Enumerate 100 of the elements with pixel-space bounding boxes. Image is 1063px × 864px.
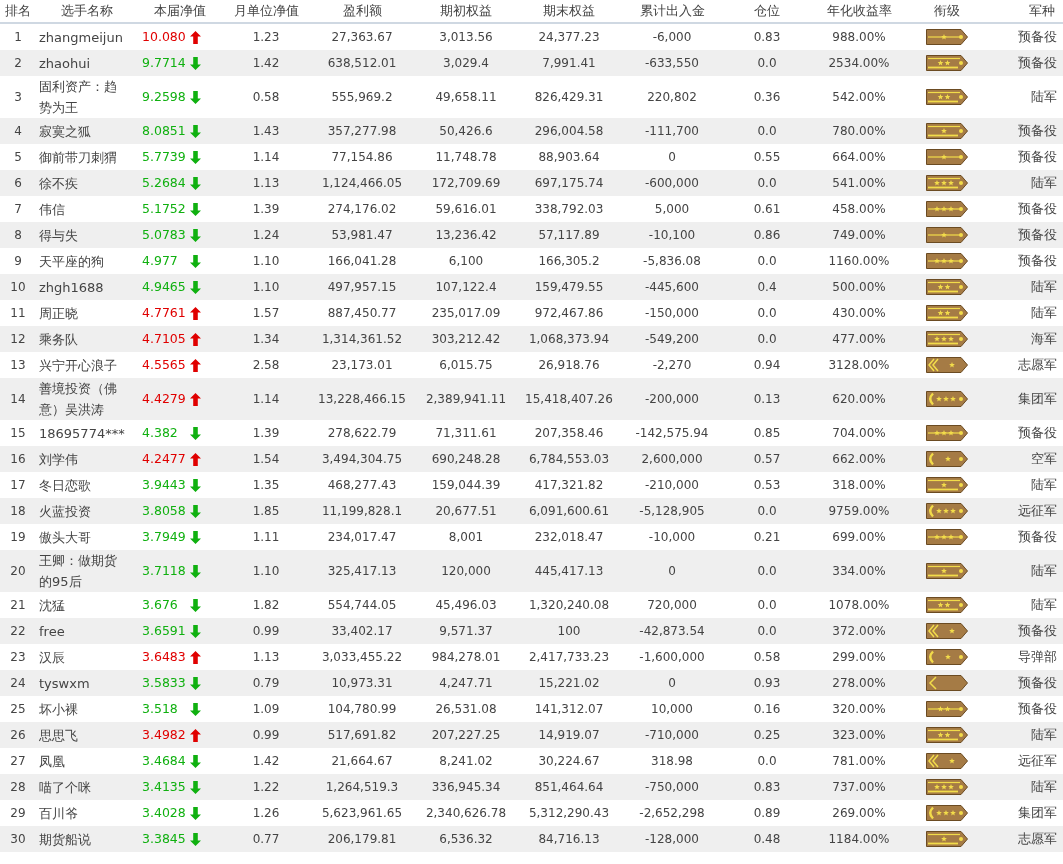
player-name[interactable]: 傲头大哥 bbox=[39, 526, 91, 548]
branch-label: 陆军 bbox=[1031, 477, 1057, 492]
net-value: 3.7949 bbox=[142, 528, 187, 546]
table-cell: 21,664.67 bbox=[310, 748, 414, 774]
branch-label: 预备役 bbox=[1018, 425, 1057, 440]
table-cell: 274,176.02 bbox=[310, 196, 414, 222]
table-cell: 0.58 bbox=[724, 644, 810, 670]
table-cell: 972,467.86 bbox=[518, 300, 620, 326]
player-name[interactable]: 伟信 bbox=[39, 198, 65, 220]
table-cell: 220,802 bbox=[620, 76, 724, 118]
rank-cell: 6 bbox=[0, 170, 36, 196]
column-header[interactable]: 累计出入金 bbox=[620, 0, 724, 23]
player-name[interactable]: 沈猛 bbox=[39, 594, 65, 616]
table-cell: 3,013.56 bbox=[414, 23, 518, 50]
branch-label: 预备役 bbox=[1018, 201, 1057, 216]
table-cell: 0.94 bbox=[724, 352, 810, 378]
net-value: 10.080 bbox=[142, 28, 187, 46]
rank-cell: 3 bbox=[0, 76, 36, 118]
table-cell: 662.00% bbox=[810, 446, 908, 472]
table-cell: 1.35 bbox=[222, 472, 310, 498]
table-cell: 664.00% bbox=[810, 144, 908, 170]
player-name[interactable]: 御前带刀刺猬 bbox=[39, 146, 117, 168]
column-header[interactable]: 选手名称 bbox=[36, 0, 138, 23]
table-cell: 0.53 bbox=[724, 472, 810, 498]
table-cell: 1.43 bbox=[222, 118, 310, 144]
player-name[interactable]: 冬日恋歌 bbox=[39, 474, 91, 496]
table-cell: -5,836.08 bbox=[620, 248, 724, 274]
table-cell: 0.61 bbox=[724, 196, 810, 222]
table-cell: 1.42 bbox=[222, 748, 310, 774]
table-cell: 6,091,600.61 bbox=[518, 498, 620, 524]
branch-label: 预备役 bbox=[1018, 227, 1057, 242]
column-header[interactable]: 衔级 bbox=[908, 0, 986, 23]
player-name[interactable]: zhangmeijun bbox=[39, 26, 123, 48]
table-cell: 477.00% bbox=[810, 326, 908, 352]
column-header[interactable]: 排名 bbox=[0, 0, 36, 23]
table-cell: 554,744.05 bbox=[310, 592, 414, 618]
player-name[interactable]: 周正晓 bbox=[39, 302, 78, 324]
table-cell: 1.13 bbox=[222, 644, 310, 670]
column-header[interactable]: 期末权益 bbox=[518, 0, 620, 23]
column-header[interactable]: 本届净值 bbox=[138, 0, 222, 23]
player-name[interactable]: 天平座的狗 bbox=[39, 250, 104, 272]
table-cell: 15,221.02 bbox=[518, 670, 620, 696]
branch-label: 陆军 bbox=[1031, 89, 1057, 104]
player-name[interactable]: 汉辰 bbox=[39, 646, 65, 668]
column-header[interactable]: 期初权益 bbox=[414, 0, 518, 23]
table-cell: 1078.00% bbox=[810, 592, 908, 618]
branch-label: 集团军 bbox=[1018, 391, 1057, 406]
net-value: 3.676 bbox=[142, 596, 179, 614]
branch-label: 陆军 bbox=[1031, 175, 1057, 190]
table-cell: 159,044.39 bbox=[414, 472, 518, 498]
table-cell: 372.00% bbox=[810, 618, 908, 644]
table-cell: 0.13 bbox=[724, 378, 810, 420]
rank-cell: 22 bbox=[0, 618, 36, 644]
player-name[interactable]: 18695774*** bbox=[39, 422, 125, 444]
table-cell: 0.58 bbox=[222, 76, 310, 118]
column-header[interactable]: 仓位 bbox=[724, 0, 810, 23]
table-cell: -128,000 bbox=[620, 826, 724, 852]
rank-cell: 29 bbox=[0, 800, 36, 826]
table-cell: -2,652,298 bbox=[620, 800, 724, 826]
table-cell: 88,903.64 bbox=[518, 144, 620, 170]
table-cell: 26,531.08 bbox=[414, 696, 518, 722]
table-cell: 4,247.71 bbox=[414, 670, 518, 696]
player-name[interactable]: 凤凰 bbox=[39, 750, 65, 772]
table-cell: 141,312.07 bbox=[518, 696, 620, 722]
table-cell: 737.00% bbox=[810, 774, 908, 800]
table-cell: 5,312,290.43 bbox=[518, 800, 620, 826]
player-name[interactable]: 固利资产：趋势为王 bbox=[39, 76, 129, 118]
table-cell: 27,363.67 bbox=[310, 23, 414, 50]
player-name[interactable]: 坏小裸 bbox=[39, 698, 78, 720]
column-header[interactable]: 月单位净值 bbox=[222, 0, 310, 23]
table-cell: 206,179.81 bbox=[310, 826, 414, 852]
net-value: 4.7105 bbox=[142, 330, 187, 348]
column-header[interactable]: 军种 bbox=[986, 0, 1063, 23]
table-cell: 468,277.43 bbox=[310, 472, 414, 498]
table-cell: -1,600,000 bbox=[620, 644, 724, 670]
branch-label: 预备役 bbox=[1018, 675, 1057, 690]
table-cell: 71,311.61 bbox=[414, 420, 518, 446]
table-cell: 338,792.03 bbox=[518, 196, 620, 222]
table-cell: 13,228,466.15 bbox=[310, 378, 414, 420]
branch-label: 远征军 bbox=[1018, 503, 1057, 518]
rank-cell: 1 bbox=[0, 23, 36, 50]
table-cell: 278,622.79 bbox=[310, 420, 414, 446]
table-cell: 697,175.74 bbox=[518, 170, 620, 196]
table-cell: 7,991.41 bbox=[518, 50, 620, 76]
player-name[interactable]: 兴宁开心浪子 bbox=[39, 354, 117, 376]
net-value: 5.1752 bbox=[142, 200, 187, 218]
table-cell: 166,305.2 bbox=[518, 248, 620, 274]
net-value: 4.7761 bbox=[142, 304, 187, 322]
table-cell: 159,479.55 bbox=[518, 274, 620, 300]
table-cell: 6,015.75 bbox=[414, 352, 518, 378]
table-cell: 0.0 bbox=[724, 592, 810, 618]
table-cell: 720,000 bbox=[620, 592, 724, 618]
table-cell: -142,575.94 bbox=[620, 420, 724, 446]
table-cell: 0.0 bbox=[724, 118, 810, 144]
table-cell: 638,512.01 bbox=[310, 50, 414, 76]
column-header[interactable]: 年化收益率 bbox=[810, 0, 908, 23]
table-cell: 1,314,361.52 bbox=[310, 326, 414, 352]
player-name[interactable]: 百川爷 bbox=[39, 802, 78, 824]
column-header[interactable]: 盈利额 bbox=[310, 0, 414, 23]
branch-label: 预备役 bbox=[1018, 529, 1057, 544]
